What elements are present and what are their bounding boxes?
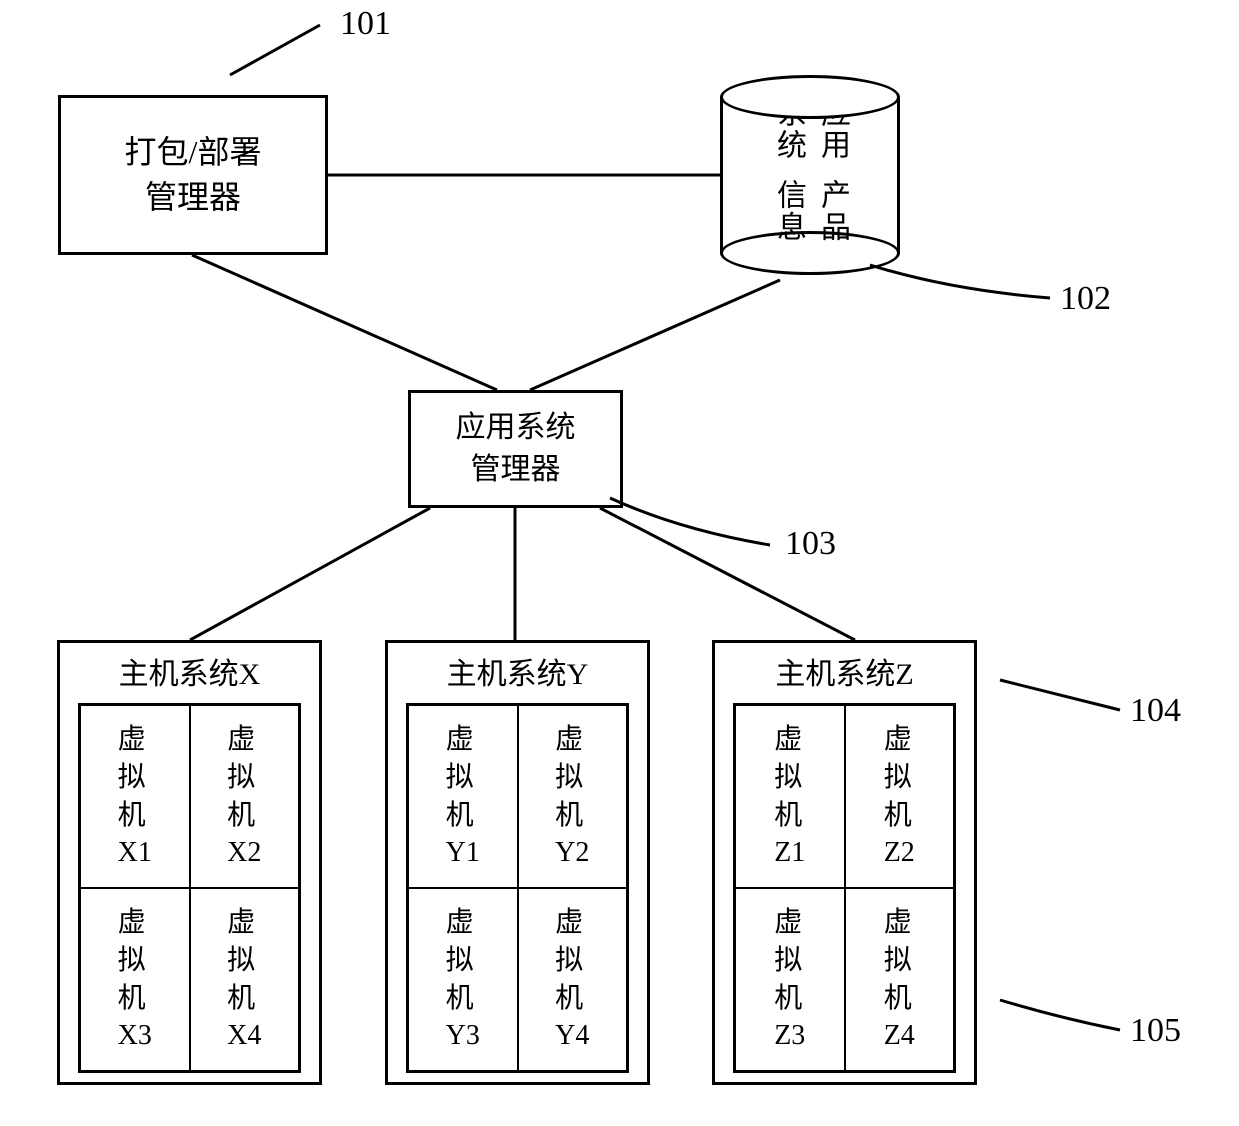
callout-102: 102 (1060, 280, 1111, 318)
package-deploy-manager: 打包/部署 管理器 (58, 95, 328, 255)
app-system-manager: 应用系统 管理器 (408, 390, 623, 508)
host-z-title: 主机系统Z (715, 643, 974, 703)
vm-cell: 虚拟机X2 (190, 705, 300, 888)
host-system-x: 主机系统X 虚拟机X1 虚拟机X2 虚拟机X3 虚拟机X4 (57, 640, 322, 1085)
product-info-database: 应用系统 产品信息 (720, 75, 900, 275)
callout-104: 104 (1130, 692, 1181, 730)
package-manager-line2: 管理器 (125, 175, 262, 220)
host-x-title: 主机系统X (60, 643, 319, 703)
vm-cell: 虚拟机Y1 (408, 705, 518, 888)
callout-103: 103 (785, 525, 836, 563)
host-z-vm-grid: 虚拟机Z1 虚拟机Z2 虚拟机Z3 虚拟机Z4 (733, 703, 956, 1073)
vm-cell: 虚拟机Y4 (518, 888, 628, 1071)
vm-cell: 虚拟机Z2 (845, 705, 955, 888)
package-manager-line1: 打包/部署 (125, 130, 262, 175)
host-y-vm-grid: 虚拟机Y1 虚拟机Y2 虚拟机Y3 虚拟机Y4 (406, 703, 629, 1073)
host-system-y: 主机系统Y 虚拟机Y1 虚拟机Y2 虚拟机Y3 虚拟机Y4 (385, 640, 650, 1085)
vm-cell: 虚拟机Z4 (845, 888, 955, 1071)
callout-101: 101 (340, 5, 391, 43)
callout-105: 105 (1130, 1012, 1181, 1050)
vm-cell: 虚拟机Y2 (518, 705, 628, 888)
app-manager-line2: 管理器 (456, 449, 576, 491)
vm-cell: 虚拟机Y3 (408, 888, 518, 1071)
host-system-z: 主机系统Z 虚拟机Z1 虚拟机Z2 虚拟机Z3 虚拟机Z4 (712, 640, 977, 1085)
vm-cell: 虚拟机X1 (80, 705, 190, 888)
vm-cell: 虚拟机Z3 (735, 888, 845, 1071)
product-info-col2: 产品信息 (766, 179, 854, 253)
vm-cell: 虚拟机Z1 (735, 705, 845, 888)
host-y-title: 主机系统Y (388, 643, 647, 703)
app-manager-line1: 应用系统 (456, 407, 576, 449)
vm-cell: 虚拟机X3 (80, 888, 190, 1071)
vm-cell: 虚拟机X4 (190, 888, 300, 1071)
host-x-vm-grid: 虚拟机X1 虚拟机X2 虚拟机X3 虚拟机X4 (78, 703, 301, 1073)
